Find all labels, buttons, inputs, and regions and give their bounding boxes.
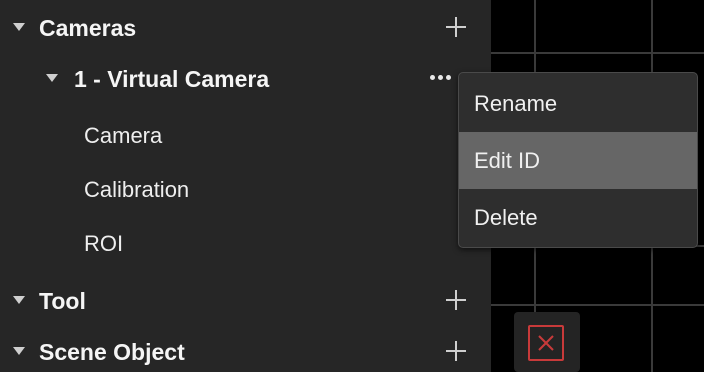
plus-icon[interactable] — [446, 17, 466, 37]
tree-item-virtual-camera[interactable]: 1 - Virtual Camera — [0, 58, 491, 98]
scene-tree-panel: Cameras 1 - Virtual Camera Camera Calibr… — [0, 0, 491, 372]
menu-item-rename[interactable]: Rename — [459, 75, 697, 132]
grid-line — [491, 52, 704, 54]
menu-item-edit-id[interactable]: Edit ID — [459, 132, 697, 189]
tree-item-label: 1 - Virtual Camera — [74, 66, 270, 92]
section-scene-object[interactable]: Scene Object — [0, 331, 491, 371]
plus-icon[interactable] — [446, 290, 466, 310]
tree-item-camera[interactable]: Camera — [0, 115, 491, 155]
tree-item-label: Calibration — [84, 177, 190, 202]
caret-down-icon[interactable] — [46, 74, 58, 82]
tree-item-roi[interactable]: ROI — [0, 223, 491, 263]
close-icon[interactable] — [528, 325, 564, 361]
caret-down-icon[interactable] — [13, 347, 25, 355]
section-cameras[interactable]: Cameras — [0, 7, 491, 47]
grid-line — [491, 304, 704, 306]
section-label: Cameras — [39, 15, 137, 41]
tree-item-calibration[interactable]: Calibration — [0, 169, 491, 209]
section-label: Scene Object — [39, 339, 185, 365]
tree-item-label: Camera — [84, 123, 163, 148]
section-label: Tool — [39, 288, 86, 314]
app-root: Cameras 1 - Virtual Camera Camera Calibr… — [0, 0, 704, 372]
context-menu: Rename Edit ID Delete — [458, 72, 698, 248]
plus-icon[interactable] — [446, 341, 466, 361]
tree-item-label: ROI — [84, 231, 124, 256]
menu-item-delete[interactable]: Delete — [459, 189, 697, 246]
ellipsis-icon[interactable] — [430, 75, 451, 80]
caret-down-icon[interactable] — [13, 296, 25, 304]
close-button[interactable] — [514, 312, 580, 372]
section-tool[interactable]: Tool — [0, 280, 491, 320]
caret-down-icon[interactable] — [13, 23, 25, 31]
